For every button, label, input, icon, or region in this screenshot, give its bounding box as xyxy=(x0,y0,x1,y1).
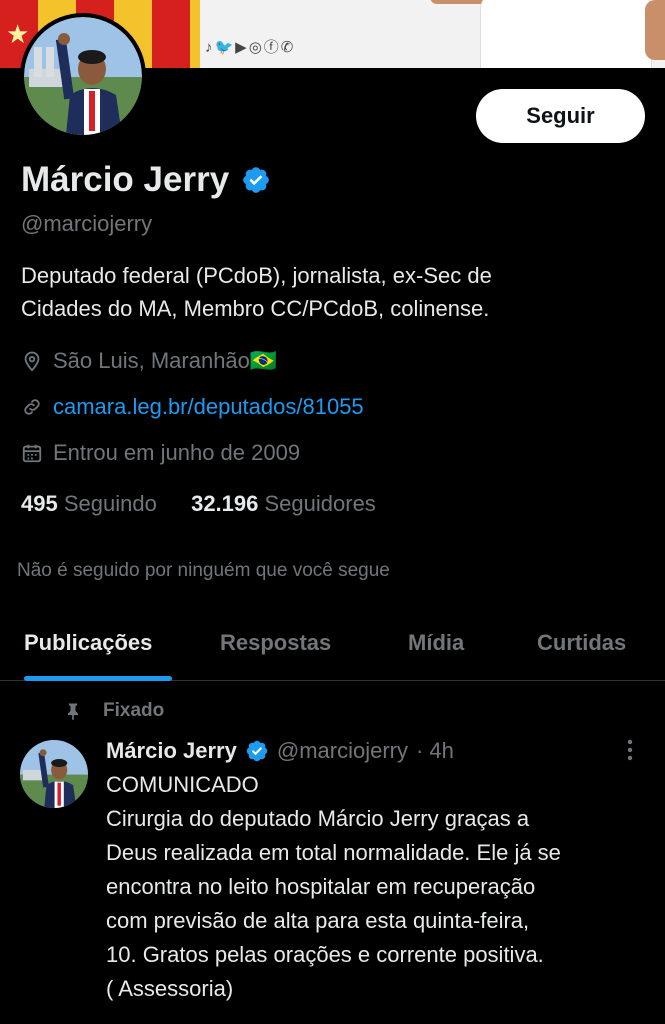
post-time[interactable]: · 4h xyxy=(416,738,454,764)
following-count: 495 xyxy=(21,491,58,516)
post-body: COMUNICADO Cirurgia do deputado Márcio J… xyxy=(106,768,646,1006)
verified-badge-icon xyxy=(246,740,268,762)
profile-website[interactable]: camara.leg.br/deputados/81055 xyxy=(21,394,364,420)
banner-person-image xyxy=(430,0,665,68)
active-tab-indicator xyxy=(24,676,172,681)
verified-badge-icon[interactable] xyxy=(241,165,271,195)
tab-respostas[interactable]: Respostas xyxy=(220,630,331,656)
post-header: Márcio Jerry @marciojerry · 4h xyxy=(106,738,454,764)
post-author-name[interactable]: Márcio Jerry xyxy=(106,738,237,764)
profile-name: Márcio Jerry xyxy=(21,160,230,199)
pin-icon xyxy=(68,703,78,721)
website-link[interactable]: camara.leg.br/deputados/81055 xyxy=(53,394,364,420)
following-link[interactable]: 495 Seguindo xyxy=(21,491,157,516)
post-author-avatar[interactable] xyxy=(20,740,88,808)
pinned-text: Fixado xyxy=(103,700,165,721)
tab-midia[interactable]: Mídia xyxy=(408,630,464,656)
calendar-icon xyxy=(22,444,42,463)
profile-location: São Luis, Maranhão🇧🇷 xyxy=(21,348,277,374)
profile-avatar[interactable] xyxy=(20,13,146,139)
profile-joined: Entrou em junho de 2009 xyxy=(21,440,300,466)
not-followed-notice: Não é seguido por ninguém que você segue xyxy=(17,560,390,581)
post-author-handle[interactable]: @marciojerry xyxy=(277,738,408,764)
banner-social-icons: ♪🐦▶◎ⓕ✆ xyxy=(205,39,296,56)
tab-publicacoes[interactable]: Publicações xyxy=(24,630,152,656)
following-label: Seguindo xyxy=(63,491,157,516)
profile-tabs: Publicações Respostas Mídia Curtidas xyxy=(0,620,665,681)
location-text: São Luis, Maranhão🇧🇷 xyxy=(53,348,278,373)
more-options-icon[interactable] xyxy=(620,736,640,766)
pinned-label: Fixado xyxy=(63,700,164,722)
post-line: COMUNICADO xyxy=(106,772,259,797)
post-line: Deus realizada em total normalidade. Ele… xyxy=(106,840,561,865)
profile-stats: 495 Seguindo 32.196 Seguidores xyxy=(21,491,376,517)
post-line: com previsão de alta para esta quinta-fe… xyxy=(106,908,530,933)
post-line: ( Assessoria) xyxy=(106,976,234,1001)
followers-label: Seguidores xyxy=(264,491,376,516)
follow-button[interactable]: Seguir xyxy=(476,89,645,143)
link-icon xyxy=(24,399,40,415)
tab-curtidas[interactable]: Curtidas xyxy=(537,630,626,656)
joined-text: Entrou em junho de 2009 xyxy=(53,440,301,465)
followers-link[interactable]: 32.196 Seguidores xyxy=(191,491,376,516)
location-pin-icon xyxy=(24,351,40,372)
followers-count: 32.196 xyxy=(191,491,259,516)
profile-bio: Deputado federal (PCdoB), jornalista, ex… xyxy=(21,259,641,325)
post-line: Cirurgia do deputado Márcio Jerry graças… xyxy=(106,806,530,831)
profile-name-row: Márcio Jerry xyxy=(21,160,271,200)
bio-line: Cidades do MA, Membro CC/PCdoB, colinens… xyxy=(21,296,490,321)
profile-handle: @marciojerry xyxy=(21,211,153,236)
bio-line: Deputado federal (PCdoB), jornalista, ex… xyxy=(21,263,492,288)
post-line: 10. Gratos pelas orações e corrente posi… xyxy=(106,942,544,967)
post-line: encontra no leito hospitalar em recupera… xyxy=(106,874,536,899)
